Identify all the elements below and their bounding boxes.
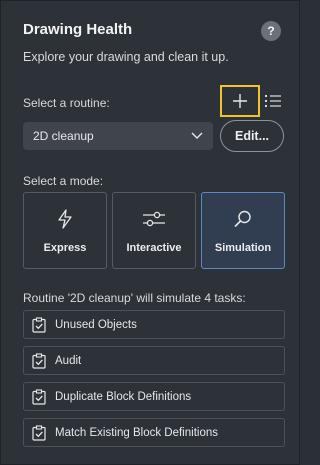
help-button[interactable]: ?: [261, 21, 281, 41]
mode-express-label: Express: [43, 241, 87, 254]
checkbox-clipboard-icon: [31, 352, 47, 369]
list-icon: [265, 95, 281, 107]
add-routine-button[interactable]: [220, 85, 260, 117]
sliders-icon: [142, 208, 166, 230]
mode-selector: Express Interactive Simulation: [23, 192, 285, 269]
task-item[interactable]: Audit: [23, 346, 285, 375]
mode-interactive-button[interactable]: Interactive: [112, 192, 196, 269]
task-label: Audit: [55, 354, 82, 367]
chevron-down-icon: [191, 132, 203, 139]
routine-select[interactable]: 2D cleanup: [23, 122, 213, 150]
checkbox-clipboard-icon: [31, 388, 47, 405]
mode-express-button[interactable]: Express: [23, 192, 107, 269]
routine-list-button[interactable]: [263, 91, 283, 111]
panel-subtitle: Explore your drawing and clean it up.: [23, 50, 229, 64]
search-icon: [233, 208, 253, 230]
mode-simulation-label: Simulation: [214, 241, 272, 254]
mode-simulation-button[interactable]: Simulation: [201, 192, 285, 269]
panel-title: Drawing Health: [23, 21, 133, 38]
drawing-health-panel: Drawing Health ? Explore your drawing an…: [0, 0, 300, 465]
checkbox-clipboard-icon: [31, 424, 47, 441]
task-list: Unused Objects Audit Duplicate Block Def…: [23, 310, 285, 454]
checkbox-clipboard-icon: [31, 316, 47, 333]
task-label: Unused Objects: [55, 318, 137, 331]
task-item[interactable]: Match Existing Block Definitions: [23, 418, 285, 447]
task-label: Duplicate Block Definitions: [55, 390, 192, 403]
lightning-icon: [56, 208, 74, 230]
edit-routine-button[interactable]: Edit...: [220, 120, 284, 152]
task-label: Match Existing Block Definitions: [55, 426, 218, 439]
task-item[interactable]: Duplicate Block Definitions: [23, 382, 285, 411]
routine-label: Select a routine:: [23, 96, 110, 110]
routine-select-value: 2D cleanup: [33, 129, 94, 143]
task-item[interactable]: Unused Objects: [23, 310, 285, 339]
mode-label: Select a mode:: [23, 174, 104, 188]
plus-icon: [233, 94, 247, 108]
panel-header: Drawing Health ?: [23, 19, 287, 41]
routine-summary: Routine '2D cleanup' will simulate 4 tas…: [23, 291, 246, 305]
mode-interactive-label: Interactive: [126, 241, 182, 254]
